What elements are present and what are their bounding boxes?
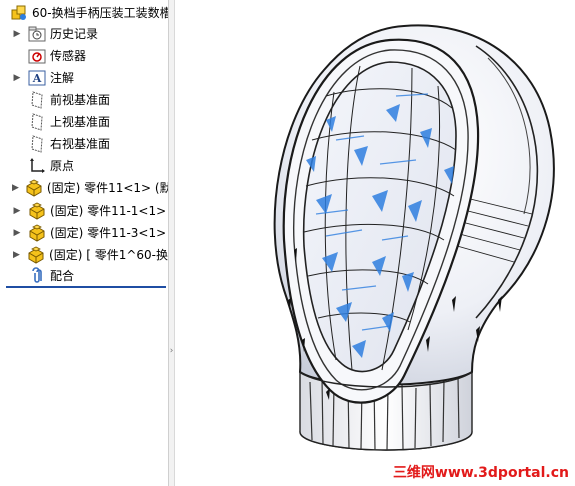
origin-icon [28, 157, 46, 175]
expand-arrow-icon[interactable]: ▶ [12, 250, 21, 260]
tree-item-origin[interactable]: 原点 [0, 155, 168, 177]
tree-item-label: (固定) 零件11-3<1> [50, 226, 167, 240]
tree-item-label: 注解 [50, 71, 75, 85]
shift-knob-model [273, 24, 555, 451]
tree-item-label: 原点 [50, 159, 75, 173]
tree-item-part-1[interactable]: ▶ (固定) 零件11<1> (默 [0, 177, 168, 199]
part-icon [25, 179, 43, 197]
svg-text:A: A [32, 72, 42, 85]
expand-arrow-icon[interactable]: ▶ [12, 228, 22, 238]
tree-root-label: 60-换档手柄压装工装数槽 [32, 6, 168, 20]
graphics-viewport[interactable]: 三维网www.3dportal.cn [176, 0, 575, 486]
tree-root-assembly[interactable]: 60-换档手柄压装工装数槽 [0, 2, 168, 24]
tree-item-right-plane[interactable]: 右视基准面 [0, 133, 168, 155]
panel-splitter[interactable] [168, 0, 175, 486]
tree-item-front-plane[interactable]: 前视基准面 [0, 89, 168, 111]
expand-arrow-icon[interactable]: ▶ [12, 183, 19, 193]
history-folder-icon [28, 25, 46, 43]
expand-arrow-icon[interactable]: ▶ [12, 206, 22, 216]
watermark: 三维网www.3dportal.cn [392, 465, 569, 481]
tree-item-label: 前视基准面 [50, 93, 111, 107]
expand-arrow-icon[interactable]: ▶ [12, 29, 22, 39]
sensor-icon [28, 47, 46, 65]
tree-item-label: (固定) 零件11<1> (默 [46, 181, 168, 195]
part-icon [28, 202, 46, 220]
splitter-grip-icon[interactable]: › [169, 346, 174, 356]
mates-icon [28, 267, 46, 285]
tree-item-top-plane[interactable]: 上视基准面 [0, 111, 168, 133]
tree-item-annotations[interactable]: ▶ A 注解 [0, 67, 168, 89]
tree-item-label: 传感器 [50, 49, 87, 63]
tree-item-label: (固定) [ 零件1^60-换 [49, 248, 168, 262]
tree-item-part-2[interactable]: ▶ (固定) 零件11-1<1> [0, 200, 168, 222]
plane-icon [28, 91, 46, 109]
tree-item-sensors[interactable]: 传感器 [0, 45, 168, 67]
part-icon [28, 224, 46, 242]
tree-item-label: 上视基准面 [50, 115, 111, 129]
annotation-icon: A [28, 69, 46, 87]
plane-icon [28, 135, 46, 153]
assembly-icon [10, 4, 28, 22]
tree-item-label: 右视基准面 [50, 137, 111, 151]
tree-item-label: 配合 [50, 269, 75, 283]
tree-item-history[interactable]: ▶ 历史记录 [0, 23, 168, 45]
tree-item-part-3[interactable]: ▶ (固定) 零件11-3<1> [0, 222, 168, 244]
rollback-bar[interactable] [6, 286, 166, 288]
tree-item-part-4[interactable]: ▶ (固定) [ 零件1^60-换 [0, 244, 168, 266]
tree-item-mates[interactable]: 配合 [0, 265, 168, 287]
tree-item-label: 历史记录 [50, 27, 99, 41]
part-icon [27, 246, 45, 264]
plane-icon [28, 113, 46, 131]
expand-arrow-icon[interactable]: ▶ [12, 73, 22, 83]
tree-item-label: (固定) 零件11-1<1> [50, 204, 167, 218]
feature-manager-tree: 60-换档手柄压装工装数槽 ▶ 历史记录 传感器 ▶ A 注解 前视基准面 上视… [0, 0, 168, 486]
